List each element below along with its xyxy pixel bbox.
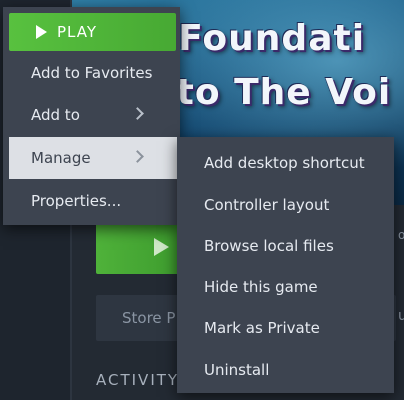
submenu-item-label: Hide this game: [204, 278, 318, 296]
menu-item-add-to-favorites[interactable]: Add to Favorites: [3, 52, 180, 94]
play-icon: [154, 238, 169, 256]
play-button[interactable]: [96, 222, 190, 274]
menu-item-label: Manage: [31, 149, 91, 167]
menu-item-manage[interactable]: Manage: [9, 137, 180, 179]
submenu-item-label: Mark as Private: [204, 319, 320, 337]
edge-text: o: [398, 228, 404, 242]
edge-text: u: [398, 308, 404, 324]
menu-play-label: PLAY: [57, 23, 98, 41]
store-page-label: Store P: [122, 309, 176, 327]
activity-heading: ACTIVITY: [96, 371, 180, 389]
submenu-item-uninstall[interactable]: Uninstall: [177, 348, 394, 389]
submenu-item-browse-local-files[interactable]: Browse local files: [177, 224, 394, 265]
submenu-item-controller-layout[interactable]: Controller layout: [177, 183, 394, 224]
submenu-item-label: Browse local files: [204, 237, 334, 255]
game-context-menu: PLAY Add to Favorites Add to Manage Prop…: [3, 7, 180, 225]
play-icon: [36, 25, 47, 39]
submenu-item-mark-as-private[interactable]: Mark as Private: [177, 306, 394, 347]
chevron-right-icon: [131, 107, 144, 120]
menu-item-label: Add to Favorites: [31, 64, 153, 82]
hero-title-line-2: nto The Voi: [150, 72, 392, 113]
submenu-item-add-desktop-shortcut[interactable]: Add desktop shortcut: [177, 141, 394, 182]
submenu-item-label: Controller layout: [204, 196, 330, 214]
submenu-item-label: Uninstall: [204, 361, 270, 379]
menu-item-add-to[interactable]: Add to: [3, 94, 180, 136]
menu-item-label: Add to: [31, 106, 80, 124]
menu-item-properties[interactable]: Properties...: [3, 180, 180, 222]
submenu-item-hide-this-game[interactable]: Hide this game: [177, 265, 394, 306]
chevron-right-icon: [131, 150, 144, 163]
submenu-item-label: Add desktop shortcut: [204, 154, 365, 172]
manage-submenu: Add desktop shortcut Controller layout B…: [177, 137, 394, 393]
menu-item-label: Properties...: [31, 192, 122, 210]
menu-play-button[interactable]: PLAY: [9, 13, 176, 51]
